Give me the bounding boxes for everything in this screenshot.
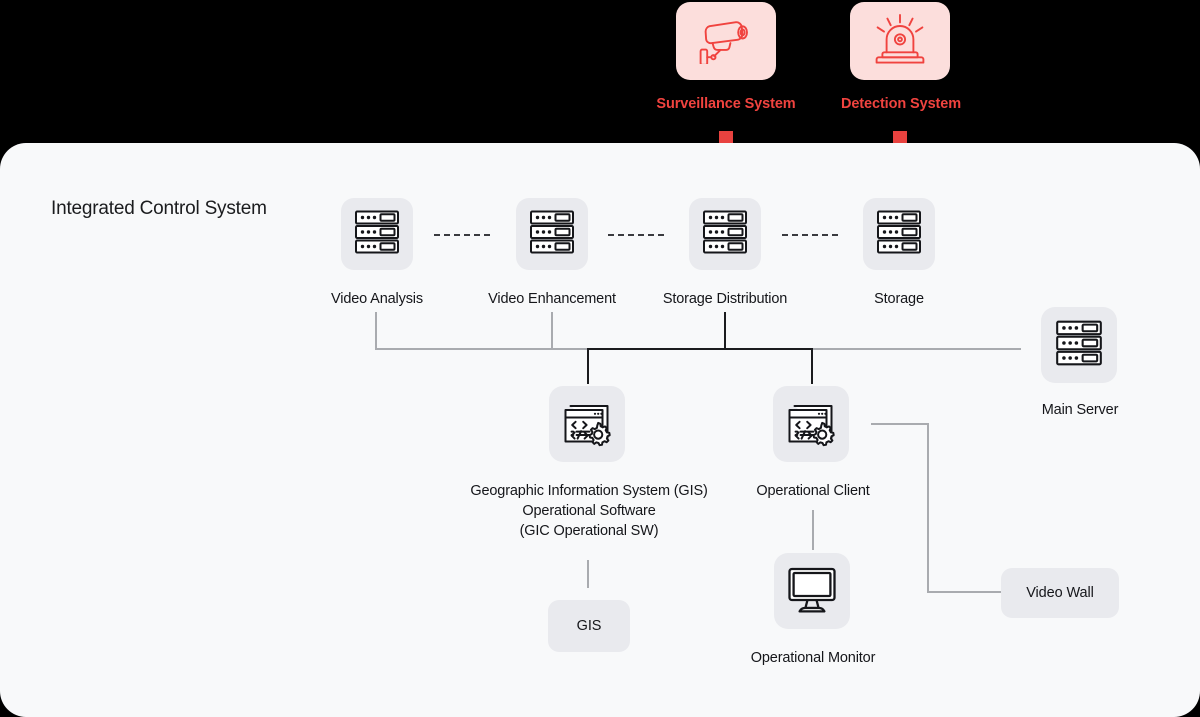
pill-video-wall[interactable]: Video Wall <box>1001 568 1119 618</box>
external-tile-detection[interactable] <box>850 2 950 80</box>
node-tile <box>773 386 849 462</box>
node-storage[interactable] <box>863 198 935 270</box>
cctv-camera-icon <box>696 14 756 69</box>
link-gis-software-to-gis <box>587 560 589 588</box>
node-video-analysis[interactable] <box>341 198 413 270</box>
server-rack-icon <box>526 206 578 263</box>
bracket-crossbar <box>587 348 813 350</box>
server-rack-icon <box>699 206 751 263</box>
bracket-stem-storage-distribution <box>724 312 726 350</box>
node-label-storage: Storage <box>874 291 924 307</box>
desktop-monitor-icon <box>785 563 839 620</box>
alarm-beacon-icon <box>870 13 930 70</box>
external-tile-surveillance[interactable] <box>676 2 776 80</box>
external-label-detection: Detection System <box>840 96 962 112</box>
pill-gis[interactable]: GIS <box>548 600 630 652</box>
server-rack-icon <box>1052 316 1106 375</box>
node-main-server[interactable] <box>1041 307 1117 383</box>
server-rack-icon <box>873 206 925 263</box>
node-label-video-enhancement: Video Enhancement <box>488 291 616 307</box>
node-operational-client[interactable] <box>773 386 849 462</box>
server-rack-icon <box>351 206 403 263</box>
link-client-to-monitor <box>812 510 814 550</box>
bus-stub-video-analysis <box>375 312 377 350</box>
node-gis-operational-software[interactable] <box>549 386 625 462</box>
dashed-link-1 <box>434 234 490 236</box>
node-label-gis-operational-software: Geographic Information System (GIS) Oper… <box>470 483 708 539</box>
node-label-operational-monitor: Operational Monitor <box>750 650 876 666</box>
bracket-drop-gis <box>587 348 589 384</box>
link-client-to-videowall-seg3 <box>927 591 1003 593</box>
node-tile <box>689 198 761 270</box>
node-storage-distribution[interactable] <box>689 198 761 270</box>
node-operational-monitor[interactable] <box>774 553 850 629</box>
node-label-video-analysis: Video Analysis <box>331 291 423 307</box>
dashed-link-3 <box>782 234 838 236</box>
node-video-enhancement[interactable] <box>516 198 588 270</box>
node-tile <box>516 198 588 270</box>
node-tile <box>549 386 625 462</box>
bus-stub-video-enhancement <box>551 312 553 350</box>
node-label-main-server: Main Server <box>1041 402 1119 418</box>
link-client-to-videowall-seg1 <box>871 423 929 425</box>
node-tile <box>863 198 935 270</box>
page-title: Integrated Control System <box>51 198 267 219</box>
node-tile <box>341 198 413 270</box>
node-label-storage-distribution: Storage Distribution <box>662 291 788 307</box>
bracket-drop-operational-client <box>811 348 813 384</box>
code-window-gear-icon <box>559 394 615 455</box>
diagram-canvas: Surveillance System Detection System Int… <box>0 0 1200 717</box>
code-window-gear-icon <box>783 394 839 455</box>
dashed-link-2 <box>608 234 664 236</box>
node-tile <box>1041 307 1117 383</box>
node-tile <box>774 553 850 629</box>
node-label-operational-client: Operational Client <box>756 483 870 499</box>
link-client-to-videowall-seg2 <box>927 423 929 593</box>
